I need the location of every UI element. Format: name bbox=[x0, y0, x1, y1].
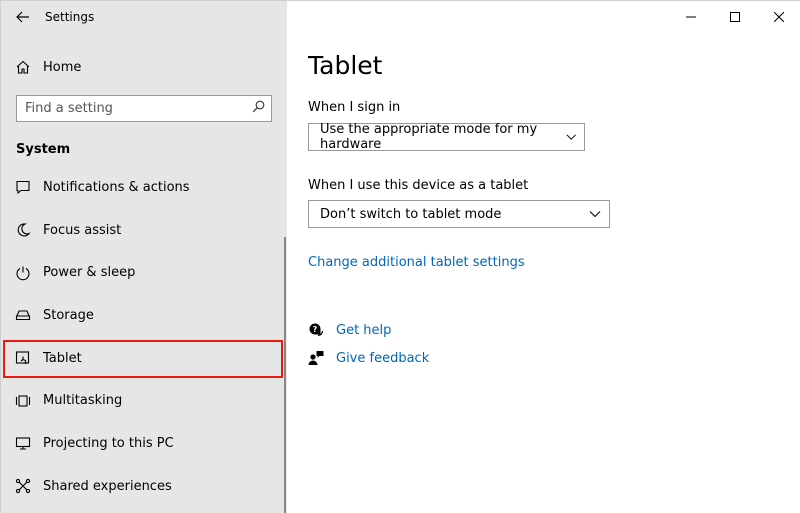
sidebar-item-label: Focus assist bbox=[43, 222, 122, 238]
sidebar-item-projecting[interactable]: Projecting to this PC bbox=[1, 422, 287, 465]
search-input[interactable] bbox=[25, 101, 235, 116]
sign-in-mode-dropdown[interactable]: Use the appropriate mode for my hardware bbox=[308, 122, 585, 152]
chevron-down-icon bbox=[566, 134, 576, 140]
feedback-icon bbox=[308, 350, 336, 366]
back-arrow-icon bbox=[16, 11, 29, 23]
close-button[interactable] bbox=[757, 1, 800, 33]
minimize-button[interactable] bbox=[669, 1, 713, 33]
app-title: Settings bbox=[45, 10, 95, 24]
search-box[interactable] bbox=[16, 95, 272, 122]
sign-in-label: When I sign in bbox=[308, 100, 401, 115]
shared-icon bbox=[1, 478, 43, 494]
sidebar: Settings Home System Notifications & act… bbox=[1, 1, 287, 513]
sidebar-item-power-sleep[interactable]: Power & sleep bbox=[1, 251, 287, 294]
sidebar-item-notifications[interactable]: Notifications & actions bbox=[1, 166, 287, 209]
projecting-icon bbox=[1, 435, 43, 451]
svg-text:?: ? bbox=[313, 325, 318, 334]
sidebar-item-shared-experiences[interactable]: Shared experiences bbox=[1, 465, 287, 508]
selection-highlight bbox=[3, 339, 283, 378]
give-feedback-link[interactable]: Give feedback bbox=[308, 350, 429, 366]
sidebar-item-home[interactable]: Home bbox=[1, 51, 287, 83]
sidebar-item-label: Notifications & actions bbox=[43, 179, 190, 195]
sidebar-item-label: Projecting to this PC bbox=[43, 435, 174, 451]
multitasking-icon bbox=[1, 393, 43, 409]
sidebar-item-label: Multitasking bbox=[43, 393, 123, 409]
tablet-mode-dropdown[interactable]: Don’t switch to tablet mode bbox=[308, 200, 610, 228]
main-content: Tablet When I sign in Use the appropriat… bbox=[287, 1, 800, 513]
maximize-icon bbox=[730, 12, 740, 22]
nav-list: Notifications & actions Focus assist Pow… bbox=[1, 166, 287, 508]
notifications-icon bbox=[1, 179, 43, 195]
minimize-icon bbox=[686, 16, 696, 18]
get-help-link[interactable]: ? Get help bbox=[308, 322, 391, 338]
back-button[interactable] bbox=[1, 1, 45, 33]
sidebar-item-multitasking[interactable]: Multitasking bbox=[1, 379, 287, 422]
tablet-use-label: When I use this device as a tablet bbox=[308, 178, 529, 193]
maximize-button[interactable] bbox=[713, 1, 757, 33]
sidebar-item-label: Storage bbox=[43, 307, 94, 323]
sidebar-item-focus-assist[interactable]: Focus assist bbox=[1, 209, 287, 252]
power-icon bbox=[1, 265, 43, 281]
section-header: System bbox=[16, 142, 71, 157]
sidebar-item-label: Power & sleep bbox=[43, 265, 136, 281]
storage-icon bbox=[1, 307, 43, 323]
window-controls bbox=[669, 1, 800, 33]
dropdown-value: Don’t switch to tablet mode bbox=[320, 206, 502, 222]
settings-window: Settings Home System Notifications & act… bbox=[0, 0, 800, 513]
chevron-down-icon bbox=[589, 211, 601, 218]
home-label: Home bbox=[43, 59, 82, 75]
help-icon: ? bbox=[308, 322, 336, 338]
sidebar-item-tablet[interactable]: Tablet bbox=[1, 337, 287, 380]
dropdown-value: Use the appropriate mode for my hardware bbox=[320, 122, 538, 152]
additional-tablet-settings-link[interactable]: Change additional tablet settings bbox=[308, 255, 525, 270]
get-help-label: Get help bbox=[336, 322, 392, 338]
search-icon[interactable] bbox=[252, 100, 265, 117]
title-bar: Settings bbox=[1, 1, 287, 33]
page-title: Tablet bbox=[308, 51, 383, 80]
sidebar-item-storage[interactable]: Storage bbox=[1, 294, 287, 337]
give-feedback-label: Give feedback bbox=[336, 350, 430, 366]
sidebar-scrollbar[interactable] bbox=[284, 237, 286, 513]
home-icon bbox=[1, 59, 43, 75]
sidebar-item-label: Shared experiences bbox=[43, 478, 172, 494]
close-icon bbox=[774, 12, 784, 22]
moon-icon bbox=[1, 222, 43, 238]
